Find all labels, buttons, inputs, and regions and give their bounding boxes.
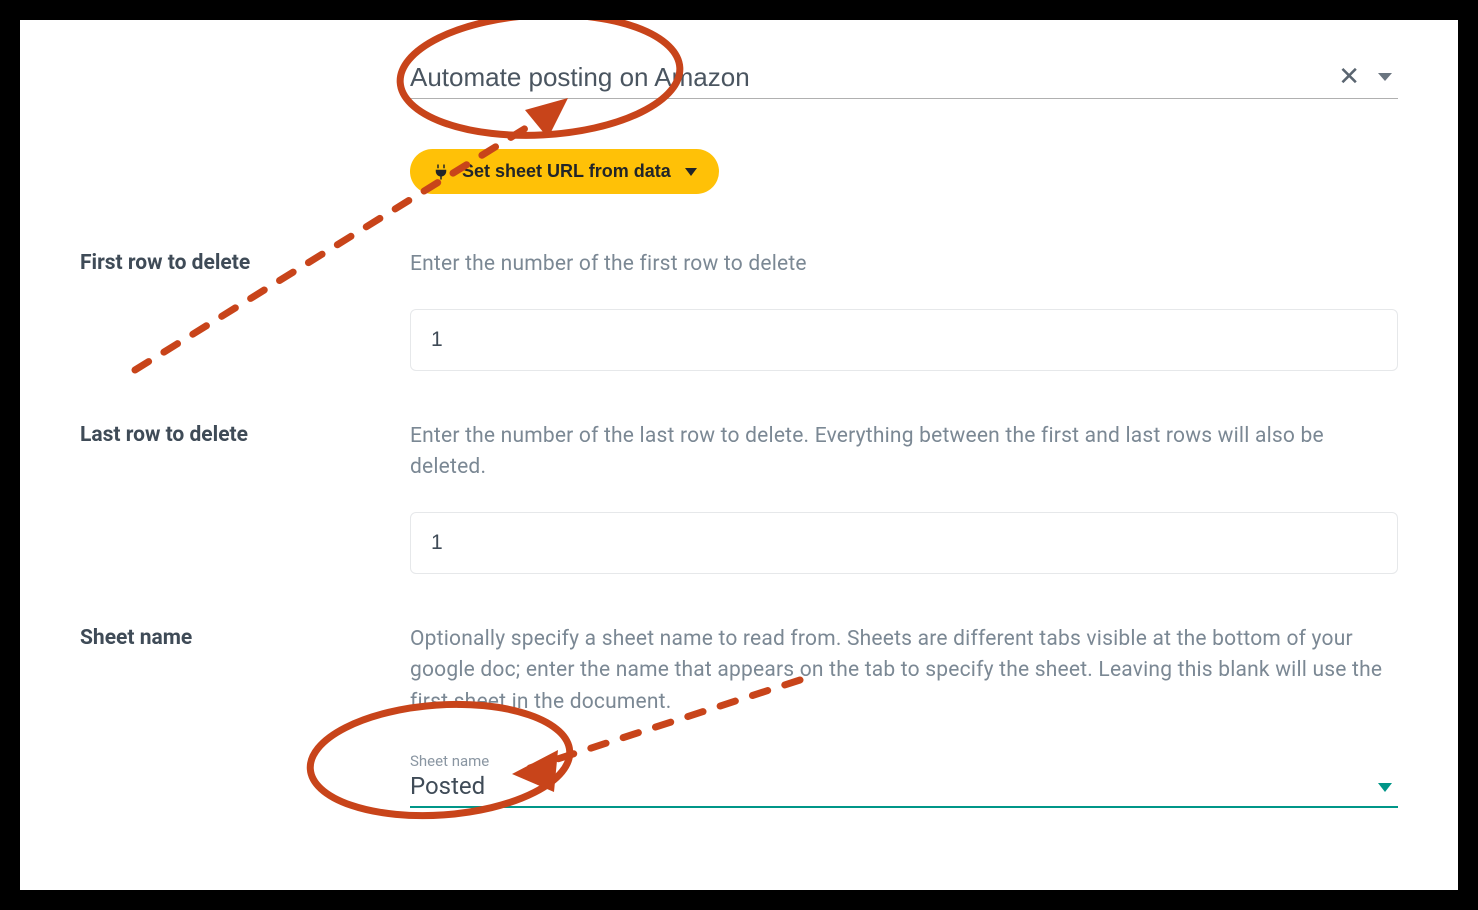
sheet-name-select[interactable]: Sheet name Posted <box>410 746 1398 808</box>
last-row-desc: Enter the number of the last row to dele… <box>410 421 1398 484</box>
first-row-label: First row to delete <box>80 249 410 371</box>
field-last-row: Last row to delete Enter the number of t… <box>80 421 1398 574</box>
first-row-input[interactable] <box>410 309 1398 371</box>
last-row-input[interactable] <box>410 512 1398 574</box>
field-first-row: First row to delete Enter the number of … <box>80 249 1398 371</box>
pill-label: Set sheet URL from data <box>462 161 671 182</box>
sheet-name-desc: Optionally specify a sheet name to read … <box>410 624 1398 719</box>
set-sheet-url-button[interactable]: Set sheet URL from data <box>410 149 719 194</box>
plug-icon <box>432 163 450 181</box>
title-input[interactable] <box>410 62 1328 93</box>
chevron-down-icon <box>685 168 697 176</box>
sheet-name-small-label: Sheet name <box>410 752 1398 770</box>
sheet-name-value: Posted <box>410 772 1398 806</box>
select-caret-icon <box>1378 783 1392 792</box>
last-row-label: Last row to delete <box>80 421 410 574</box>
dropdown-caret-icon[interactable] <box>1378 73 1392 81</box>
sheet-name-label: Sheet name <box>80 624 410 809</box>
config-panel: ✕ Set sheet URL from data First row to d… <box>20 20 1458 890</box>
first-row-desc: Enter the number of the first row to del… <box>410 249 1398 281</box>
close-icon[interactable]: ✕ <box>1328 60 1370 94</box>
header-row: ✕ <box>410 60 1398 99</box>
field-sheet-name: Sheet name Optionally specify a sheet na… <box>80 624 1398 809</box>
